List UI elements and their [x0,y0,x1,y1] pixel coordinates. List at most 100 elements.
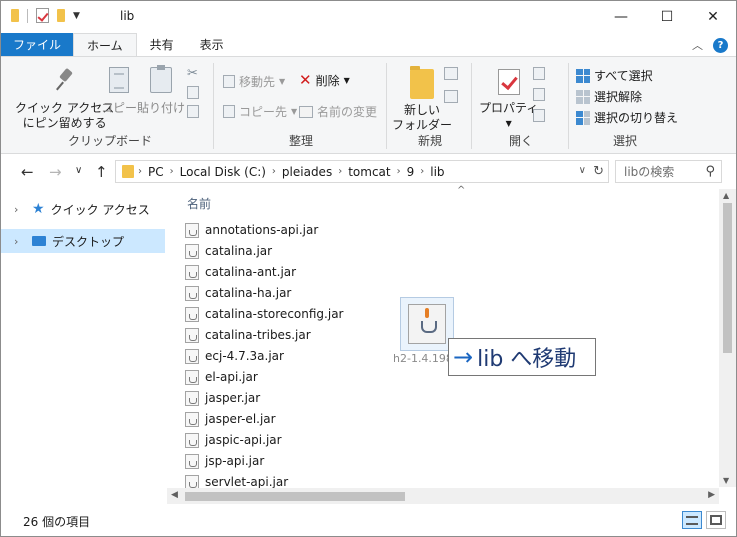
clipboard-small-buttons: ✂ [187,67,199,118]
list-item[interactable]: catalina-ha.jar [185,283,291,303]
copy-path-icon[interactable] [187,86,199,99]
group-new: 新しい フォルダー 新規 [388,59,472,153]
address-bar[interactable]: › PC › Local Disk (C:) › pleiades › tomc… [115,160,609,183]
tab-share[interactable]: 共有 [137,33,187,56]
scroll-left-icon[interactable]: ◀ [171,490,178,500]
properties-icon[interactable] [36,8,49,23]
up-arrow-icon[interactable]: ↑ [95,163,108,181]
horizontal-scroll-thumb[interactable] [185,492,405,501]
list-item[interactable]: jaspic-api.jar [185,430,282,450]
refresh-icon[interactable]: ↻ [593,164,604,179]
breadcrumb-local-disk[interactable]: Local Disk (C:) [174,165,272,179]
star-icon: ★ [32,201,45,217]
list-item[interactable]: annotations-api.jar [185,220,318,240]
help-icon[interactable]: ? [713,37,728,53]
search-input[interactable]: libの検索 ⚲ [615,160,722,183]
ribbon-separator [386,63,387,149]
copy-button[interactable]: コピー [101,67,137,116]
file-name: annotations-api.jar [205,223,319,237]
file-name: catalina-ant.jar [205,265,297,279]
pin-quick-access-button[interactable]: クイック アクセス にピン留めする [15,67,114,131]
file-name: servlet-api.jar [205,475,289,489]
delete-button[interactable]: ✕ 削除 ▼ [299,71,350,89]
list-item[interactable]: catalina-tribes.jar [185,325,311,345]
cut-icon[interactable]: ✂ [187,67,199,80]
minimize-button[interactable]: — [598,1,644,32]
nav-item-label: デスクトップ [52,234,125,249]
forward-arrow-icon[interactable]: → [49,163,62,181]
move-to-button[interactable]: 移動先 ▼ [223,73,285,90]
list-item[interactable]: jsp-api.jar [185,451,264,471]
sort-ascending-icon: ^ [457,185,466,196]
search-placeholder: libの検索 [624,165,675,179]
breadcrumb-pleiades[interactable]: pleiades [276,165,338,179]
easy-access-icon[interactable] [444,90,458,103]
history-icon[interactable] [533,109,545,122]
nav-item-quick-access[interactable]: › ★ クイック アクセス [1,197,165,221]
jar-file-icon [185,243,199,259]
list-item[interactable]: jasper.jar [185,388,260,408]
delete-label: 削除 [315,73,340,88]
folder-icon [122,165,134,178]
expand-icon[interactable]: › [14,203,26,216]
list-item[interactable]: el-api.jar [185,367,258,387]
new-item-icon[interactable] [444,67,458,80]
new-folder-icon[interactable] [57,9,65,22]
drag-tooltip-text: lib へ移動 [477,347,577,372]
copy-to-icon [223,105,235,118]
list-item[interactable]: catalina-ant.jar [185,262,296,282]
back-arrow-icon[interactable]: ← [21,163,34,181]
breadcrumb-lib[interactable]: lib [424,165,450,179]
open-group-label: 開く [508,134,533,148]
ribbon: クイック アクセス にピン留めする コピー 貼り付け ✂ クリップボード 移動先… [1,56,736,154]
select-group-label: 選択 [612,134,637,148]
list-item[interactable]: ecj-4.7.3a.jar [185,346,284,366]
search-icon[interactable]: ⚲ [705,164,715,179]
details-view-button[interactable] [682,511,702,529]
new-folder-button[interactable]: 新しい フォルダー [392,66,452,133]
vertical-scrollbar[interactable]: ▲ ▼ [719,189,736,487]
tab-view[interactable]: 表示 [187,33,237,56]
properties-button[interactable]: プロパティ ▼ [479,69,538,131]
breadcrumb-tomcat[interactable]: tomcat [342,165,396,179]
scroll-right-icon[interactable]: ▶ [708,490,715,500]
rename-button[interactable]: 名前の変更 [299,103,377,120]
group-open: プロパティ ▼ 開く [473,59,569,153]
nav-item-desktop[interactable]: › デスクトップ [1,229,165,253]
maximize-button[interactable]: ☐ [644,1,690,32]
open-icon[interactable] [533,67,545,80]
jar-file-icon [185,369,199,385]
list-item[interactable]: jasper-el.jar [185,409,276,429]
invert-selection-button[interactable]: 選択の切り替え [576,109,678,126]
select-none-button[interactable]: 選択解除 [576,88,642,105]
paste-icon [150,65,172,93]
tab-file[interactable]: ファイル [1,33,74,56]
recent-locations-icon[interactable]: ∨ [75,165,82,176]
scroll-up-icon[interactable]: ▲ [723,191,729,200]
large-icons-view-button[interactable] [706,511,726,529]
collapse-ribbon-icon[interactable]: ︿ [692,37,703,53]
expand-icon[interactable]: › [14,235,26,248]
column-header-name[interactable]: 名前 [187,195,211,212]
paste-button[interactable]: 貼り付け [137,65,185,116]
qat-dropdown-icon[interactable]: ▼ [73,11,80,21]
select-all-button[interactable]: すべて選択 [576,67,653,84]
breadcrumb-9[interactable]: 9 [401,165,421,179]
tab-home[interactable]: ホーム [73,33,137,56]
copy-to-button[interactable]: コピー先 ▼ [223,103,297,120]
item-count: 26 個の項目 [23,515,91,529]
list-item[interactable]: catalina.jar [185,241,272,261]
scroll-down-icon[interactable]: ▼ [723,476,729,485]
close-button[interactable]: ✕ [690,1,736,32]
ribbon-separator [568,63,569,149]
breadcrumb-pc[interactable]: PC [142,165,170,179]
paste-shortcut-icon[interactable] [187,105,199,118]
dragged-file[interactable] [400,297,454,351]
horizontal-scrollbar[interactable]: ◀ ▶ [167,488,719,504]
vertical-scroll-thumb[interactable] [723,203,732,353]
file-name: catalina-tribes.jar [205,328,311,342]
address-dropdown-icon[interactable]: ∨ [579,165,586,176]
edit-icon[interactable] [533,88,545,101]
new-small-buttons [444,67,458,103]
list-item[interactable]: catalina-storeconfig.jar [185,304,343,324]
